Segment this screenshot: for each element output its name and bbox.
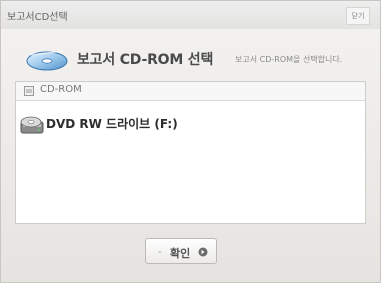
drive-label: DVD RW 드라이브 (F:) <box>46 117 178 131</box>
ok-label: 확인 <box>170 247 191 260</box>
cd-select-dialog: 보고서CD선택 닫기 보고서 CD-ROM 선택 보고서 CD-ROM을 선택합… <box>0 0 381 283</box>
disc-icon <box>24 86 34 96</box>
cd-rom-icon <box>26 50 68 71</box>
arrow-circle-icon <box>198 247 208 257</box>
dialog-header: 보고서 CD-ROM 선택 보고서 CD-ROM을 선택합니다. <box>15 39 366 79</box>
list-header: CD-ROM <box>16 82 365 101</box>
ok-dash: - <box>158 247 162 258</box>
drive-list: CD-ROM DVD RW 드라이브 (F:) <box>15 81 366 224</box>
list-item-dvd-drive[interactable]: DVD RW 드라이브 (F:) <box>20 112 320 136</box>
title-bar: 보고서CD선택 닫기 <box>1 1 380 29</box>
close-button[interactable]: 닫기 <box>346 7 370 25</box>
ok-button[interactable]: - 확인 <box>145 238 217 264</box>
header-description: 보고서 CD-ROM을 선택합니다. <box>235 55 343 64</box>
window-title: 보고서CD선택 <box>7 12 68 23</box>
dvd-drive-icon <box>20 116 44 134</box>
list-header-label: CD-ROM <box>40 84 82 95</box>
header-title: 보고서 CD-ROM 선택 <box>77 52 214 68</box>
